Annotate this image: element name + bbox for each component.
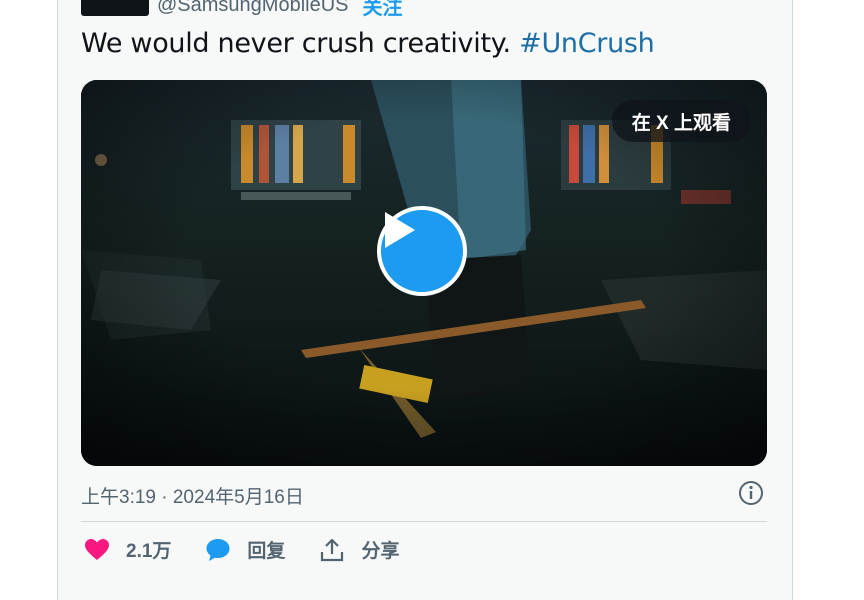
reply-button[interactable]: 回复	[205, 536, 285, 563]
tweet-actions: 2.1万 回复 分享	[84, 536, 433, 563]
hashtag-link[interactable]: #UnCrush	[519, 28, 655, 59]
info-icon[interactable]	[738, 480, 764, 506]
share-button[interactable]: 分享	[319, 536, 399, 563]
user-handle[interactable]: @SamsungMobileUS	[157, 0, 349, 17]
tweet-timestamp[interactable]: 上午3:19 · 2024年5月16日	[81, 482, 304, 509]
tweet-body: We would never crush creativity.	[81, 28, 520, 59]
heart-icon	[85, 538, 109, 560]
tweet-header: @SamsungMobileUS 关注	[81, 0, 403, 20]
reply-label: 回复	[247, 541, 286, 562]
tweet-text: We would never crush creativity. #UnCrus…	[81, 28, 655, 59]
play-button[interactable]	[377, 206, 467, 296]
video-player[interactable]: 在 X 上观看	[81, 80, 767, 466]
follow-button[interactable]: 关注	[363, 0, 403, 20]
share-label: 分享	[361, 541, 400, 562]
like-count: 2.1万	[126, 541, 172, 562]
play-icon	[385, 212, 415, 248]
watch-on-x-button[interactable]: 在 X 上观看	[611, 100, 751, 142]
avatar[interactable]	[81, 0, 149, 16]
like-button[interactable]: 2.1万	[84, 536, 171, 563]
share-icon	[321, 538, 344, 561]
tweet-card: @SamsungMobileUS 关注 We would never crush…	[57, 0, 793, 600]
divider	[81, 521, 767, 522]
reply-bubble-icon	[206, 538, 230, 561]
watch-on-x-label: 在 X 上观看	[631, 112, 731, 134]
